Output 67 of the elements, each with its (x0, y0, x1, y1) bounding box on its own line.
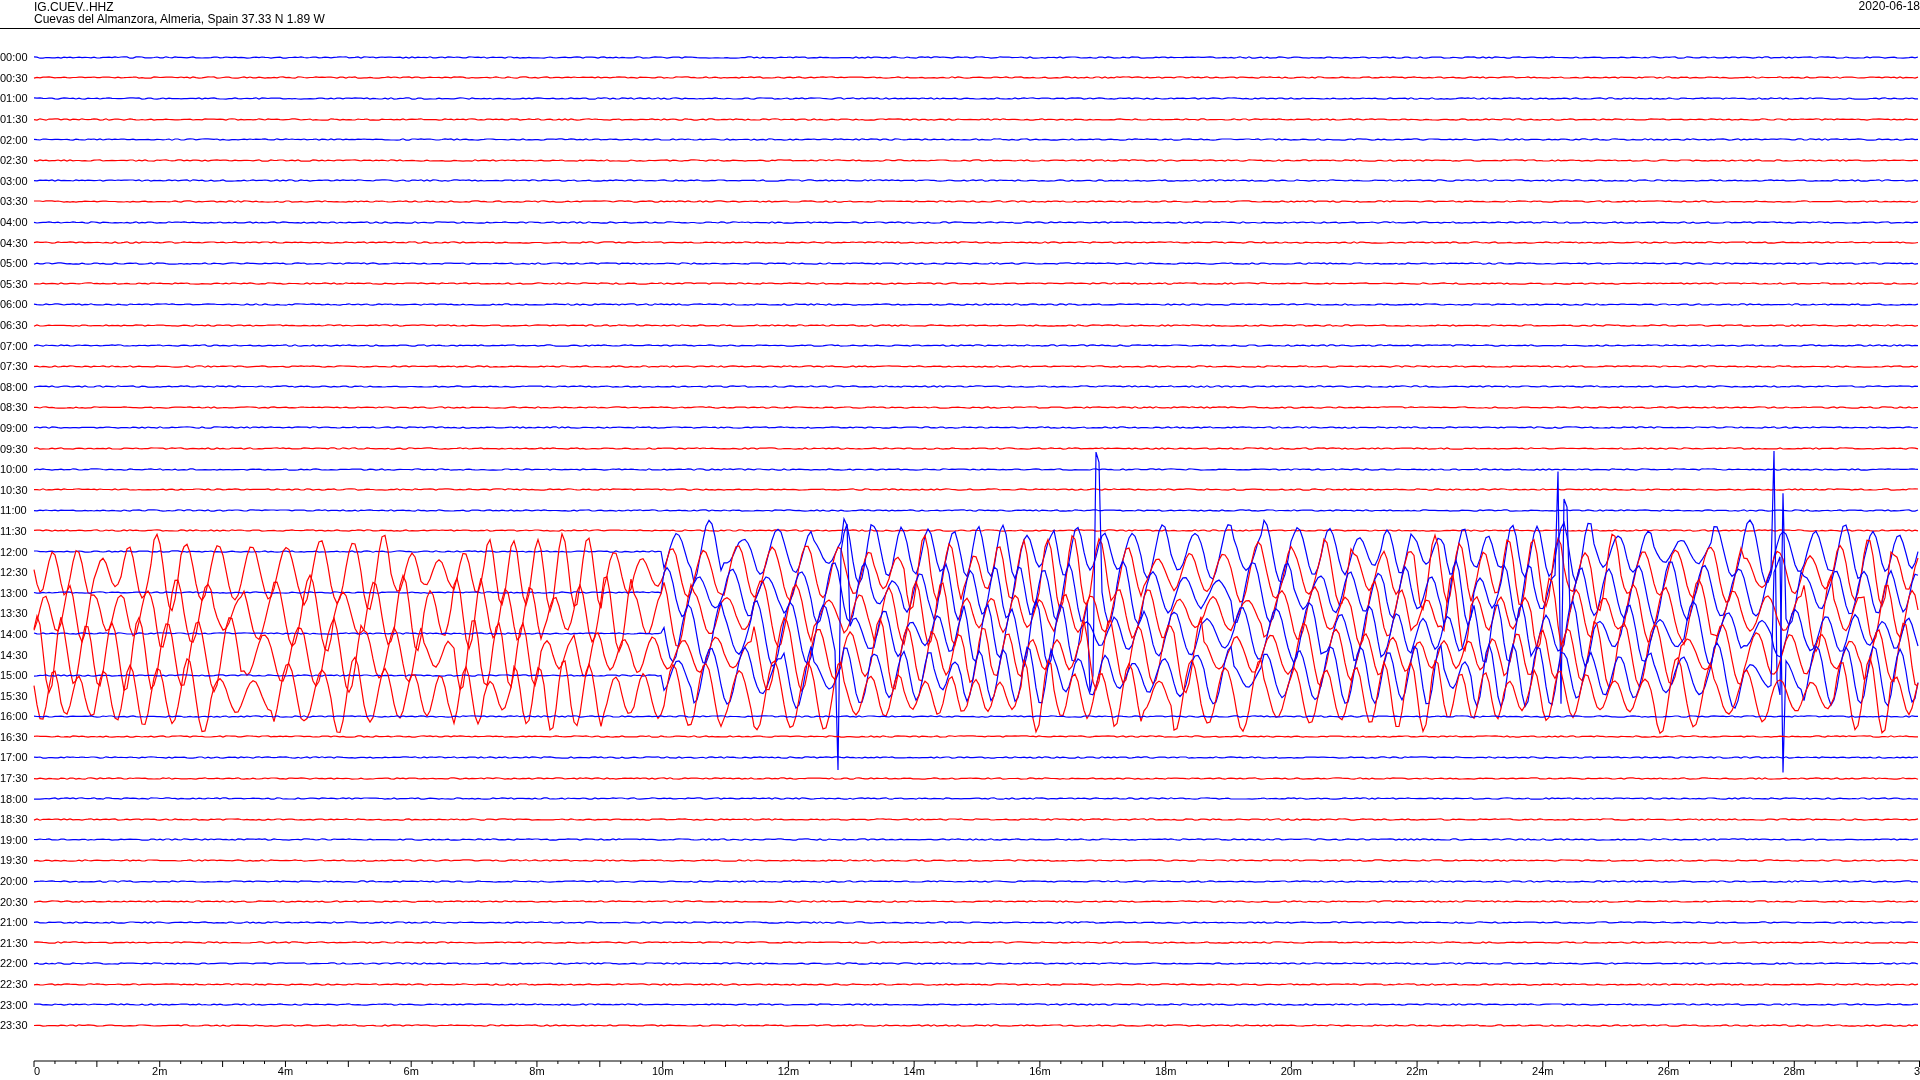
time-label: 08:00 (0, 380, 29, 393)
axis-label: 3 (1913, 1065, 1920, 1077)
time-label: 16:00 (0, 710, 29, 723)
time-label: 09:30 (0, 442, 29, 455)
time-label: 02:00 (0, 133, 29, 146)
time-label: 08:30 (0, 401, 29, 414)
time-label: 03:00 (0, 174, 29, 187)
time-label: 05:00 (0, 257, 29, 270)
time-label: 21:30 (0, 936, 29, 949)
time-label: 17:00 (0, 751, 29, 764)
time-label: 00:30 (0, 71, 29, 84)
time-label: 18:30 (0, 813, 29, 826)
time-label: 16:30 (0, 730, 29, 743)
axis-label: 18m (1154, 1065, 1177, 1077)
time-label: 13:00 (0, 586, 29, 599)
time-label: 11:00 (0, 504, 28, 517)
time-label: 15:30 (0, 689, 29, 702)
time-label: 00:00 (0, 51, 29, 64)
time-label: 23:00 (0, 998, 29, 1011)
time-label: 20:00 (0, 875, 29, 888)
time-label: 01:30 (0, 113, 29, 126)
time-label: 04:00 (0, 216, 29, 229)
time-label: 01:00 (0, 92, 29, 105)
time-label: 07:00 (0, 339, 29, 352)
axis-label: 28m (1783, 1065, 1805, 1077)
time-label: 10:30 (0, 483, 29, 496)
axis-label: 4m (277, 1065, 294, 1077)
time-label: 12:30 (0, 566, 29, 579)
time-label: 23:30 (0, 1019, 29, 1032)
time-label: 22:00 (0, 957, 29, 970)
station-location: Cuevas del Almanzora, Almeria, Spain 37.33 N 1.89 W (34, 13, 325, 25)
time-label: 09:00 (0, 422, 29, 434)
time-label: 15:00 (0, 669, 29, 682)
time-label: 02:30 (0, 154, 29, 167)
time-label: 14:30 (0, 648, 29, 661)
axis-label: 14m (903, 1065, 925, 1077)
axis-label: 16m (1029, 1065, 1051, 1077)
time-label: 06:00 (0, 298, 29, 311)
axis-label: 8m (529, 1065, 545, 1077)
axis-label: 12m (777, 1065, 800, 1077)
axis-label: 20m (1280, 1065, 1303, 1077)
time-label: 03:30 (0, 195, 29, 208)
axis-label: 2m (152, 1065, 168, 1077)
time-label: 04:30 (0, 236, 29, 249)
time-label: 10:00 (0, 463, 29, 476)
time-label: 13:30 (0, 607, 29, 620)
time-label: 20:30 (0, 895, 29, 908)
axis-label: 6m (403, 1065, 419, 1077)
time-label: 18:00 (0, 792, 29, 805)
axis-label: 26m (1657, 1065, 1680, 1077)
axis-label: 24m (1532, 1065, 1554, 1077)
station-code: IG.CUEV..HHZ (34, 1, 115, 13)
time-label: 05:30 (0, 277, 29, 290)
time-label: 07:30 (0, 360, 29, 373)
time-label: 14:00 (0, 627, 29, 640)
time-label: 19:00 (0, 833, 29, 846)
record-date: 2020-06-18 (1858, 0, 1920, 15)
axis-label: 22m (1406, 1065, 1428, 1077)
time-label: 17:30 (0, 772, 29, 785)
time-label: 11:30 (0, 524, 28, 537)
time-label: 21:00 (0, 916, 29, 929)
axis-label: 0 (34, 1065, 41, 1077)
time-label: 22:30 (0, 978, 29, 990)
time-label: 12:00 (0, 545, 29, 558)
time-label: 06:30 (0, 319, 29, 331)
time-label: 19:30 (0, 854, 29, 867)
axis-label: 10m (651, 1065, 674, 1077)
